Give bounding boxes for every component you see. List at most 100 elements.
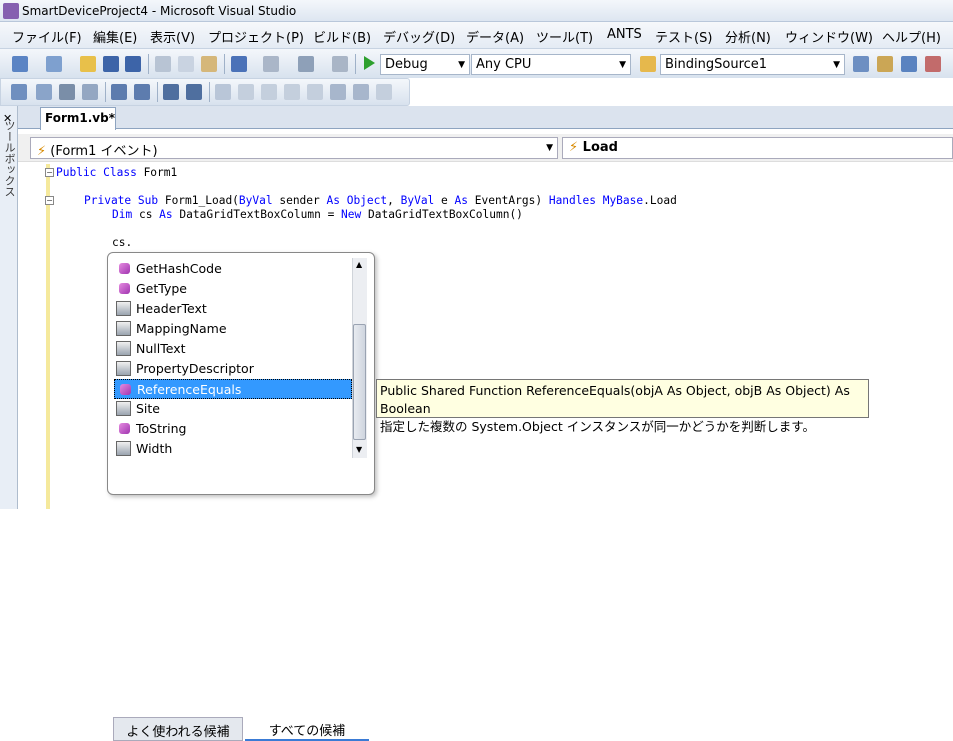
platform-select[interactable]: Any CPU ▼: [471, 54, 631, 75]
save-all-icon[interactable]: [125, 56, 141, 72]
completion-item[interactable]: ToString: [114, 419, 352, 439]
scroll-up-icon[interactable]: ▲: [356, 260, 362, 269]
chevron-down-icon: ▼: [833, 60, 840, 70]
menu-debug[interactable]: デバッグ(D): [383, 27, 455, 46]
identifier: cs: [138, 208, 160, 221]
object-browser-icon[interactable]: [901, 56, 917, 72]
scrollbar-thumb[interactable]: [353, 324, 366, 440]
completion-item-label: ReferenceEquals: [137, 382, 242, 397]
keyword: As: [159, 208, 180, 221]
prev-bookmark-icon[interactable]: [238, 84, 254, 100]
identifier: DataGridTextBoxColumn(): [368, 208, 523, 221]
outdent-icon[interactable]: [111, 84, 127, 100]
tooltip-description: 指定した複数の System.Object インスタンスが同一かどうかを判断しま…: [380, 419, 815, 434]
completion-item[interactable]: Site: [114, 399, 352, 419]
add-project-icon[interactable]: [12, 56, 28, 72]
start-debugging-icon[interactable]: [364, 56, 375, 70]
next-bookmark-icon[interactable]: [261, 84, 277, 100]
copy-icon[interactable]: [178, 56, 194, 72]
configuration-select[interactable]: Debug ▼: [380, 54, 470, 75]
menu-help[interactable]: ヘルプ(H): [882, 27, 941, 46]
tab-common[interactable]: よく使われる候補: [113, 717, 243, 741]
menu-ants[interactable]: ANTS: [607, 27, 642, 42]
identifier: e: [441, 194, 455, 207]
completion-item[interactable]: PropertyDescriptor: [114, 359, 352, 379]
font-size-icon[interactable]: [82, 84, 98, 100]
completion-item-label: HeaderText: [136, 301, 207, 316]
completion-item-label: GetType: [136, 281, 187, 296]
keyword: Handles MyBase: [548, 194, 644, 207]
menu-bar: ファイル(F) 編集(E) 表示(V) プロジェクト(P) ビルド(B) デバッ…: [0, 22, 953, 48]
chevron-down-icon: ▼: [619, 60, 626, 70]
open-file-icon[interactable]: [80, 56, 96, 72]
event-icon: ⚡: [569, 140, 579, 155]
standard-toolbar: Debug ▼ Any CPU ▼ BindingSource1 ▼: [0, 48, 953, 78]
bookmark-icon[interactable]: [215, 84, 231, 100]
member-dropdown-value: Load: [582, 140, 618, 155]
property-icon: [116, 301, 131, 316]
add-item-icon[interactable]: [46, 56, 62, 72]
align-lefts-icon[interactable]: [11, 84, 27, 100]
menu-project[interactable]: プロジェクト(P): [208, 27, 304, 46]
completion-item[interactable]: GetHashCode: [114, 259, 352, 279]
navigate-back-icon[interactable]: [298, 56, 314, 72]
completion-item[interactable]: GetType: [114, 279, 352, 299]
menu-data[interactable]: データ(A): [466, 27, 524, 46]
class-dropdown-value: (Form1 イベント): [50, 144, 158, 159]
menu-build[interactable]: ビルド(B): [313, 27, 371, 46]
layout-toolbar: [0, 78, 410, 106]
menu-tools[interactable]: ツール(T): [536, 27, 593, 46]
member-dropdown[interactable]: ⚡ Load: [562, 137, 953, 159]
properties-icon[interactable]: [877, 56, 893, 72]
completion-item[interactable]: NullText: [114, 339, 352, 359]
prev-bookmark-folder-icon[interactable]: [284, 84, 300, 100]
cut-icon[interactable]: [155, 56, 171, 72]
save-icon[interactable]: [103, 56, 119, 72]
navigation-bar: ⚡ (Form1 イベント) ▼ ⚡ Load: [18, 134, 953, 162]
property-icon: [116, 441, 131, 456]
completion-item-label: Site: [136, 401, 160, 416]
collapse-icon[interactable]: −: [45, 168, 54, 177]
completion-item[interactable]: HeaderText: [114, 299, 352, 319]
visual-studio-icon: [3, 3, 19, 19]
menu-analyze[interactable]: 分析(N): [725, 27, 771, 46]
menu-file[interactable]: ファイル(F): [12, 27, 82, 46]
navigate-forward-icon[interactable]: [332, 56, 348, 72]
document-tab-strip: [18, 106, 953, 129]
completion-item[interactable]: MappingName: [114, 319, 352, 339]
undo-icon[interactable]: [231, 56, 247, 72]
identifier: EventArgs): [474, 194, 549, 207]
next-bookmark-doc-icon[interactable]: [353, 84, 369, 100]
toolbox-icon[interactable]: [925, 56, 941, 72]
prev-bookmark-doc-icon[interactable]: [330, 84, 346, 100]
scroll-down-icon[interactable]: ▼: [356, 445, 362, 454]
next-bookmark-folder-icon[interactable]: [307, 84, 323, 100]
identifier: .Load: [643, 194, 677, 207]
align-rights-icon[interactable]: [59, 84, 75, 100]
method-icon: [119, 263, 130, 274]
toolbox-label[interactable]: ツールボックス: [1, 120, 17, 197]
collapse-icon[interactable]: −: [45, 196, 54, 205]
keyword: New: [341, 208, 368, 221]
uncomment-icon[interactable]: [186, 84, 202, 100]
comment-icon[interactable]: [163, 84, 179, 100]
solution-explorer-icon[interactable]: [853, 56, 869, 72]
property-icon: [116, 321, 131, 336]
indent-icon[interactable]: [134, 84, 150, 100]
menu-edit[interactable]: 編集(E): [93, 27, 137, 46]
align-centers-icon[interactable]: [36, 84, 52, 100]
clear-bookmarks-icon[interactable]: [376, 84, 392, 100]
find-combo[interactable]: BindingSource1 ▼: [660, 54, 845, 75]
find-in-files-icon[interactable]: [640, 56, 656, 72]
menu-window[interactable]: ウィンドウ(W): [785, 27, 873, 46]
completion-item[interactable]: ReferenceEquals: [114, 379, 352, 399]
menu-view[interactable]: 表示(V): [150, 27, 195, 46]
completion-item[interactable]: Width: [114, 439, 352, 459]
menu-test[interactable]: テスト(S): [655, 27, 712, 46]
class-dropdown[interactable]: ⚡ (Form1 イベント) ▼: [30, 137, 558, 159]
tab-all[interactable]: すべての候補: [245, 717, 369, 741]
code-line-3: Dim cs As DataGridTextBoxColumn = New Da…: [112, 208, 523, 221]
redo-icon[interactable]: [263, 56, 279, 72]
paste-icon[interactable]: [201, 56, 217, 72]
tab-form1-vb[interactable]: Form1.vb*: [40, 107, 116, 130]
